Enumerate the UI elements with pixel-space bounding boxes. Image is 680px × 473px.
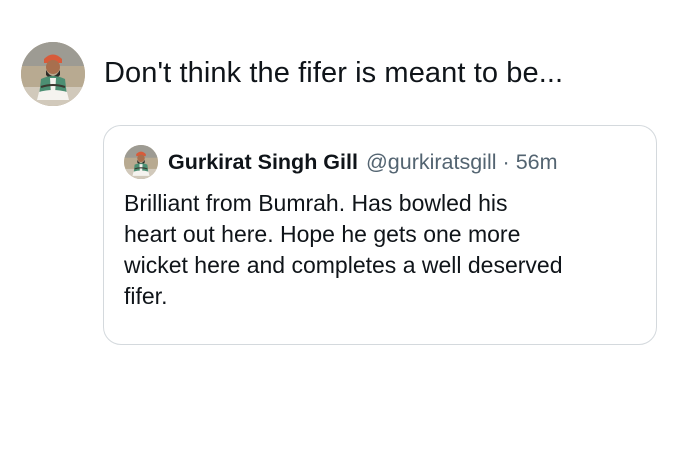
quoted-tweet-timestamp[interactable]: 56m bbox=[516, 150, 558, 175]
quoted-tweet-line: wicket here and completes a well deserve… bbox=[124, 252, 563, 278]
quoted-author-name[interactable]: Gurkirat Singh Gill bbox=[168, 150, 358, 175]
user-avatar-icon bbox=[21, 42, 85, 106]
quoted-tweet-line: heart out here. Hope he gets one more bbox=[124, 221, 521, 247]
user-avatar-icon bbox=[124, 145, 158, 179]
quoted-author-handle[interactable]: @gurkiratsgill bbox=[366, 150, 497, 175]
header-separator: · bbox=[502, 149, 510, 174]
quoted-tweet-line: fifer. bbox=[124, 283, 168, 309]
tweet-text: Don't think the fifer is meant to be... bbox=[104, 57, 564, 89]
quoted-author-avatar[interactable] bbox=[124, 145, 158, 179]
quoted-tweet-header: Gurkirat Singh Gill @gurkiratsgill · 56m bbox=[124, 144, 558, 180]
tweet: Don't think the fifer is meant to be... … bbox=[0, 0, 680, 473]
quoted-tweet-card[interactable]: Gurkirat Singh Gill @gurkiratsgill · 56m… bbox=[103, 125, 657, 345]
profile-avatar[interactable] bbox=[21, 42, 85, 106]
quoted-tweet-line: Brilliant from Bumrah. Has bowled his bbox=[124, 190, 508, 216]
quoted-tweet-text: Brilliant from Bumrah. Has bowled his he… bbox=[124, 188, 644, 312]
